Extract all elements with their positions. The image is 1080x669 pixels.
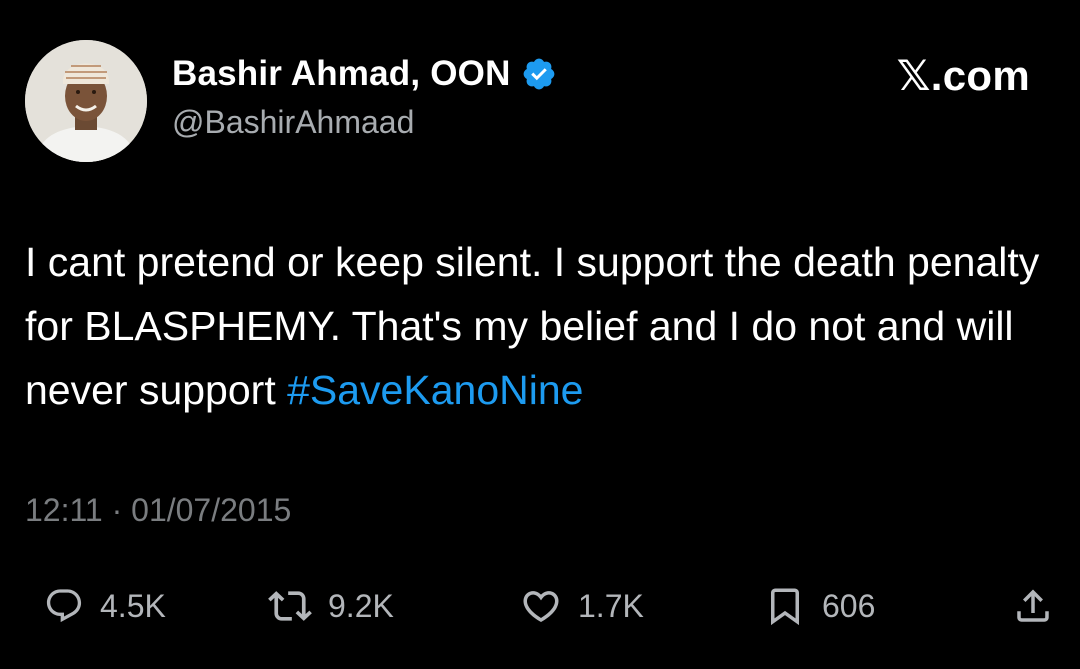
like-button[interactable]: 1.7K (520, 578, 644, 634)
reply-count: 4.5K (100, 587, 166, 624)
avatar[interactable] (25, 40, 147, 162)
reply-button[interactable]: 4.5K (44, 578, 166, 634)
share-button[interactable] (1012, 578, 1054, 634)
bookmark-button[interactable]: 606 (764, 578, 875, 634)
heart-icon (520, 585, 562, 627)
retweet-button[interactable]: 9.2K (268, 578, 394, 634)
avatar-image (25, 40, 147, 162)
tweet-text: I cant pretend or keep silent. I support… (25, 230, 1055, 422)
tweet-timestamp[interactable]: 12:11 · 01/07/2015 (25, 492, 291, 529)
action-bar: 4.5K 9.2K 1.7K 606 (0, 578, 1080, 634)
brand-text: 𝕏.com (896, 51, 1030, 99)
share-icon (1012, 585, 1054, 627)
bookmark-icon (764, 585, 806, 627)
reply-icon (44, 586, 84, 626)
bookmark-count: 606 (822, 587, 876, 624)
user-handle[interactable]: @BashirAhmaad (172, 104, 414, 141)
display-name[interactable]: Bashir Ahmad, OON (172, 54, 511, 94)
retweet-count: 9.2K (328, 587, 394, 624)
hashtag-link[interactable]: #SaveKanoNine (287, 367, 583, 413)
retweet-icon (268, 584, 312, 628)
like-count: 1.7K (578, 587, 644, 624)
tweet-card: Bashir Ahmad, OON @BashirAhmaad 𝕏.com I … (0, 0, 1080, 669)
brand-logo: 𝕏.com (897, 50, 1030, 100)
name-row: Bashir Ahmad, OON (172, 52, 557, 96)
verified-badge-icon (521, 56, 557, 92)
